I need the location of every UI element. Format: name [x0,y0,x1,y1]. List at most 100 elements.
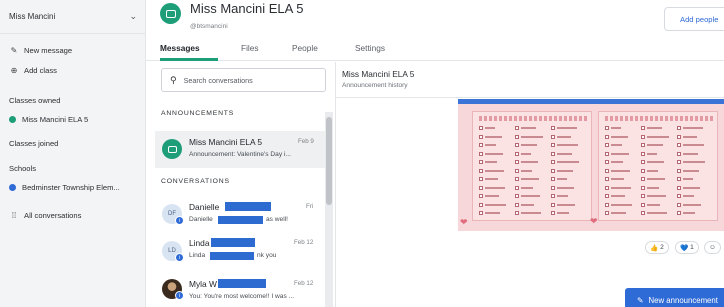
checklist-cell [641,134,673,140]
handwriting-line [683,169,699,172]
checkbox-icon [479,185,483,190]
checklist-cell [605,211,637,216]
checkbox-icon [677,151,681,156]
thumbs-up-reaction[interactable]: 👍 2 [645,241,669,254]
handwriting-line [521,169,532,172]
valentine-card-left [472,111,592,221]
tab-bar: Messages Files People Settings [146,40,724,61]
checkbox-icon [677,177,681,181]
checkbox-icon [641,160,645,164]
checklist-cell [641,202,673,208]
checklist-cell [677,160,709,165]
checkbox-icon [479,126,483,130]
info-badge-icon: i [175,216,184,225]
conversation-name[interactable]: Myla W [189,279,217,289]
account-switcher[interactable]: Miss Mancini ⌄ [0,0,146,34]
handwriting-line [647,178,665,180]
checkbox-icon [551,134,555,139]
handwriting-line [521,144,537,146]
handwriting-line [557,161,579,163]
handwriting-line [611,212,626,214]
checklist-cell [605,177,637,182]
handwriting-line [485,186,505,189]
all-conversations-link[interactable]: ⁞⁞ All conversations [9,211,82,220]
sidebar-item-label: Bedminster Township Elem... [22,183,120,192]
checklist-cell [479,177,511,182]
handwriting-line [683,152,698,155]
heart-icon: 💙 [680,244,689,252]
handwriting-line [557,186,574,189]
handwriting-line [683,203,701,206]
scrollbar-thumb[interactable] [326,117,332,205]
search-placeholder: Search conversations [183,75,253,85]
checkbox-icon [515,134,519,139]
heart-reaction[interactable]: 💙 1 [675,241,699,254]
conversation-date: Feb 12 [294,280,314,287]
checkbox-icon [641,177,645,181]
tab-people[interactable]: People [292,43,318,53]
checkbox-icon [479,134,483,139]
sidebar-item-class[interactable]: Miss Mancini ELA 5 [9,115,88,124]
new-announcement-button[interactable]: ✎ New announcement [625,288,724,307]
checklist-cell [677,151,709,157]
handwriting-line [647,195,666,197]
checkbox-icon [551,168,555,173]
checklist-cell [551,202,583,208]
handwriting-line [521,127,536,129]
checkbox-icon [677,143,681,147]
conversation-name[interactable]: Danielle [189,202,219,212]
checklist-cell [677,177,709,182]
active-tab-indicator [160,58,218,61]
checkbox-icon [641,134,645,139]
checkbox-icon [515,126,519,130]
new-message-button[interactable]: ✎ New message [9,46,72,55]
conversation-name[interactable]: Linda [189,238,210,248]
checkbox-icon [677,194,681,198]
checklist-cell [479,168,511,174]
checkbox-icon [605,168,609,173]
app-window: Miss Mancini ⌄ ✎ New message ⊕ Add class… [0,0,724,307]
handwriting-line [557,144,578,146]
handwriting-line [611,203,632,206]
checklist-cell [479,160,511,165]
checklist-cell [677,202,709,208]
reaction-count: 2 [660,244,664,251]
handwriting-line [485,152,503,155]
checklist-cell [479,126,511,131]
tab-messages[interactable]: Messages [160,43,200,53]
handwriting-line [557,212,569,214]
checklist-cell [605,202,637,208]
checklist-cell [677,126,709,131]
checkbox-icon [551,211,555,215]
handwriting-line [611,178,624,180]
handwriting-line [521,178,539,180]
checklist-cell [479,134,511,140]
handwriting-line [485,195,499,197]
checkbox-icon [641,168,645,173]
checklist-cell [605,151,637,157]
checkbox-icon [551,177,555,181]
announcement-image[interactable]: ❤ ❤ [458,99,724,231]
sidebar-item-label: Miss Mancini ELA 5 [22,115,89,124]
tab-settings[interactable]: Settings [355,43,385,53]
redaction-bar [225,202,271,211]
handwriting-line [485,169,504,172]
account-name: Miss Mancini [9,12,56,21]
checkbox-icon [605,185,609,190]
search-input[interactable]: ⚲ Search conversations [161,68,326,92]
add-reaction-button[interactable]: ☺ [704,241,721,254]
tab-files[interactable]: Files [241,43,259,53]
new-announcement-label: New announcement [648,295,718,305]
add-class-button[interactable]: ⊕ Add class [9,66,57,75]
all-conversations-label: All conversations [24,211,82,220]
checklist-cell [479,202,511,208]
info-badge-icon: i [175,291,184,300]
plus-circle-icon: ⊕ [10,66,18,75]
add-people-button[interactable]: Add people [664,7,724,31]
redaction-bar [218,279,266,288]
checklist-cell [479,185,511,191]
checkbox-icon [551,151,555,156]
sidebar-item-school[interactable]: Bedminster Township Elem... [9,183,120,192]
checklist-cell [515,151,547,157]
checklist-cell [515,160,547,165]
